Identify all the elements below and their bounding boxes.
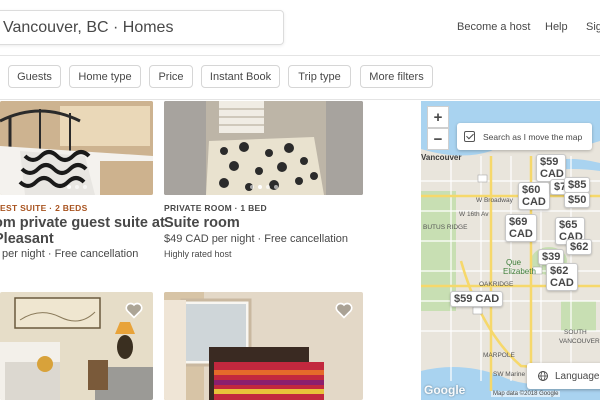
search-as-move-label: Search as I move the map: [483, 131, 583, 142]
become-host-link[interactable]: Become a host: [457, 21, 530, 33]
filter-guests-button[interactable]: Guests: [8, 65, 61, 88]
filter-price-button[interactable]: Price: [149, 65, 193, 88]
zoom-in-button[interactable]: +: [427, 106, 449, 128]
bedroom-photo-image: [0, 101, 153, 195]
language-button[interactable]: Language: [527, 363, 600, 389]
search-as-move-checkbox[interactable]: [464, 131, 475, 142]
map-price-pin[interactable]: $59 CAD: [450, 291, 504, 307]
listing-price: per night · Free cancellation: [2, 248, 139, 260]
map-label: VANCOUVER: [559, 338, 600, 345]
listing-photo[interactable]: [164, 292, 363, 400]
location-search-input[interactable]: Vancouver, BC · Homes: [0, 10, 284, 45]
map-label: W 16th Av: [459, 211, 489, 218]
map-label: SOUTH: [564, 329, 587, 336]
highly-rated-host-label: Highly rated host: [164, 249, 232, 259]
bedroom-photo-image: [164, 101, 363, 195]
map-attribution[interactable]: Map data ©2018 Google: [491, 391, 561, 397]
map-price-pin[interactable]: $69 CAD: [505, 214, 537, 242]
more-filters-button[interactable]: More filters: [360, 65, 433, 88]
save-heart-icon[interactable]: [124, 300, 144, 320]
filter-bar: Guests Home type Price Instant Book Trip…: [0, 57, 600, 100]
map-label: OAKRIDGE: [479, 281, 514, 288]
listing-photo[interactable]: [0, 292, 153, 400]
listing-title[interactable]: om private guest suite at: [0, 215, 165, 231]
map-label: BUTUS RIDGE: [423, 224, 468, 231]
globe-icon: [538, 371, 548, 381]
listing-title[interactable]: Suite room: [164, 215, 240, 231]
map-label: Vancouver: [421, 153, 462, 162]
filter-home-type-button[interactable]: Home type: [69, 65, 141, 88]
map-panel[interactable]: + − Search as I move the map Vancouver W…: [421, 101, 600, 400]
google-logo: Google: [424, 383, 466, 397]
listing-photo[interactable]: [0, 101, 153, 195]
search-as-move-toggle[interactable]: Search as I move the map: [457, 123, 592, 150]
save-heart-icon[interactable]: [334, 300, 354, 320]
filter-trip-type-button[interactable]: Trip type: [288, 65, 351, 88]
listing-title-continued[interactable]: Pleasant: [0, 231, 54, 247]
map-price-pin[interactable]: $62 CAD: [546, 263, 578, 291]
map-label: MARPOLE: [483, 352, 515, 359]
map-price-pin[interactable]: $60 CAD: [518, 182, 550, 210]
listing-photo[interactable]: [164, 101, 363, 195]
map-label: W Broadway: [476, 197, 513, 204]
map-label: Que: [506, 258, 522, 267]
language-label: Language: [555, 370, 600, 382]
map-price-pin[interactable]: $85: [564, 177, 591, 193]
map-price-pin[interactable]: $59 CAD: [536, 154, 566, 182]
map-label: Elizabeth: [503, 267, 536, 276]
photo-carousel-dots[interactable]: [164, 185, 363, 189]
map-price-pin[interactable]: $62: [566, 239, 593, 255]
listing-type-label: EST SUITE · 2 BEDS: [0, 203, 88, 213]
filter-instant-book-button[interactable]: Instant Book: [201, 65, 280, 88]
sign-up-link[interactable]: Sig: [586, 21, 600, 33]
photo-carousel-dots[interactable]: [0, 185, 153, 189]
help-link[interactable]: Help: [545, 21, 568, 33]
listing-type-label: PRIVATE ROOM · 1 BED: [164, 203, 267, 213]
top-header: Vancouver, BC · Homes Become a host Help…: [0, 0, 600, 56]
map-price-pin[interactable]: $50: [564, 192, 591, 208]
listing-price: $49 CAD per night · Free cancellation: [164, 233, 349, 245]
zoom-out-button[interactable]: −: [427, 128, 449, 150]
